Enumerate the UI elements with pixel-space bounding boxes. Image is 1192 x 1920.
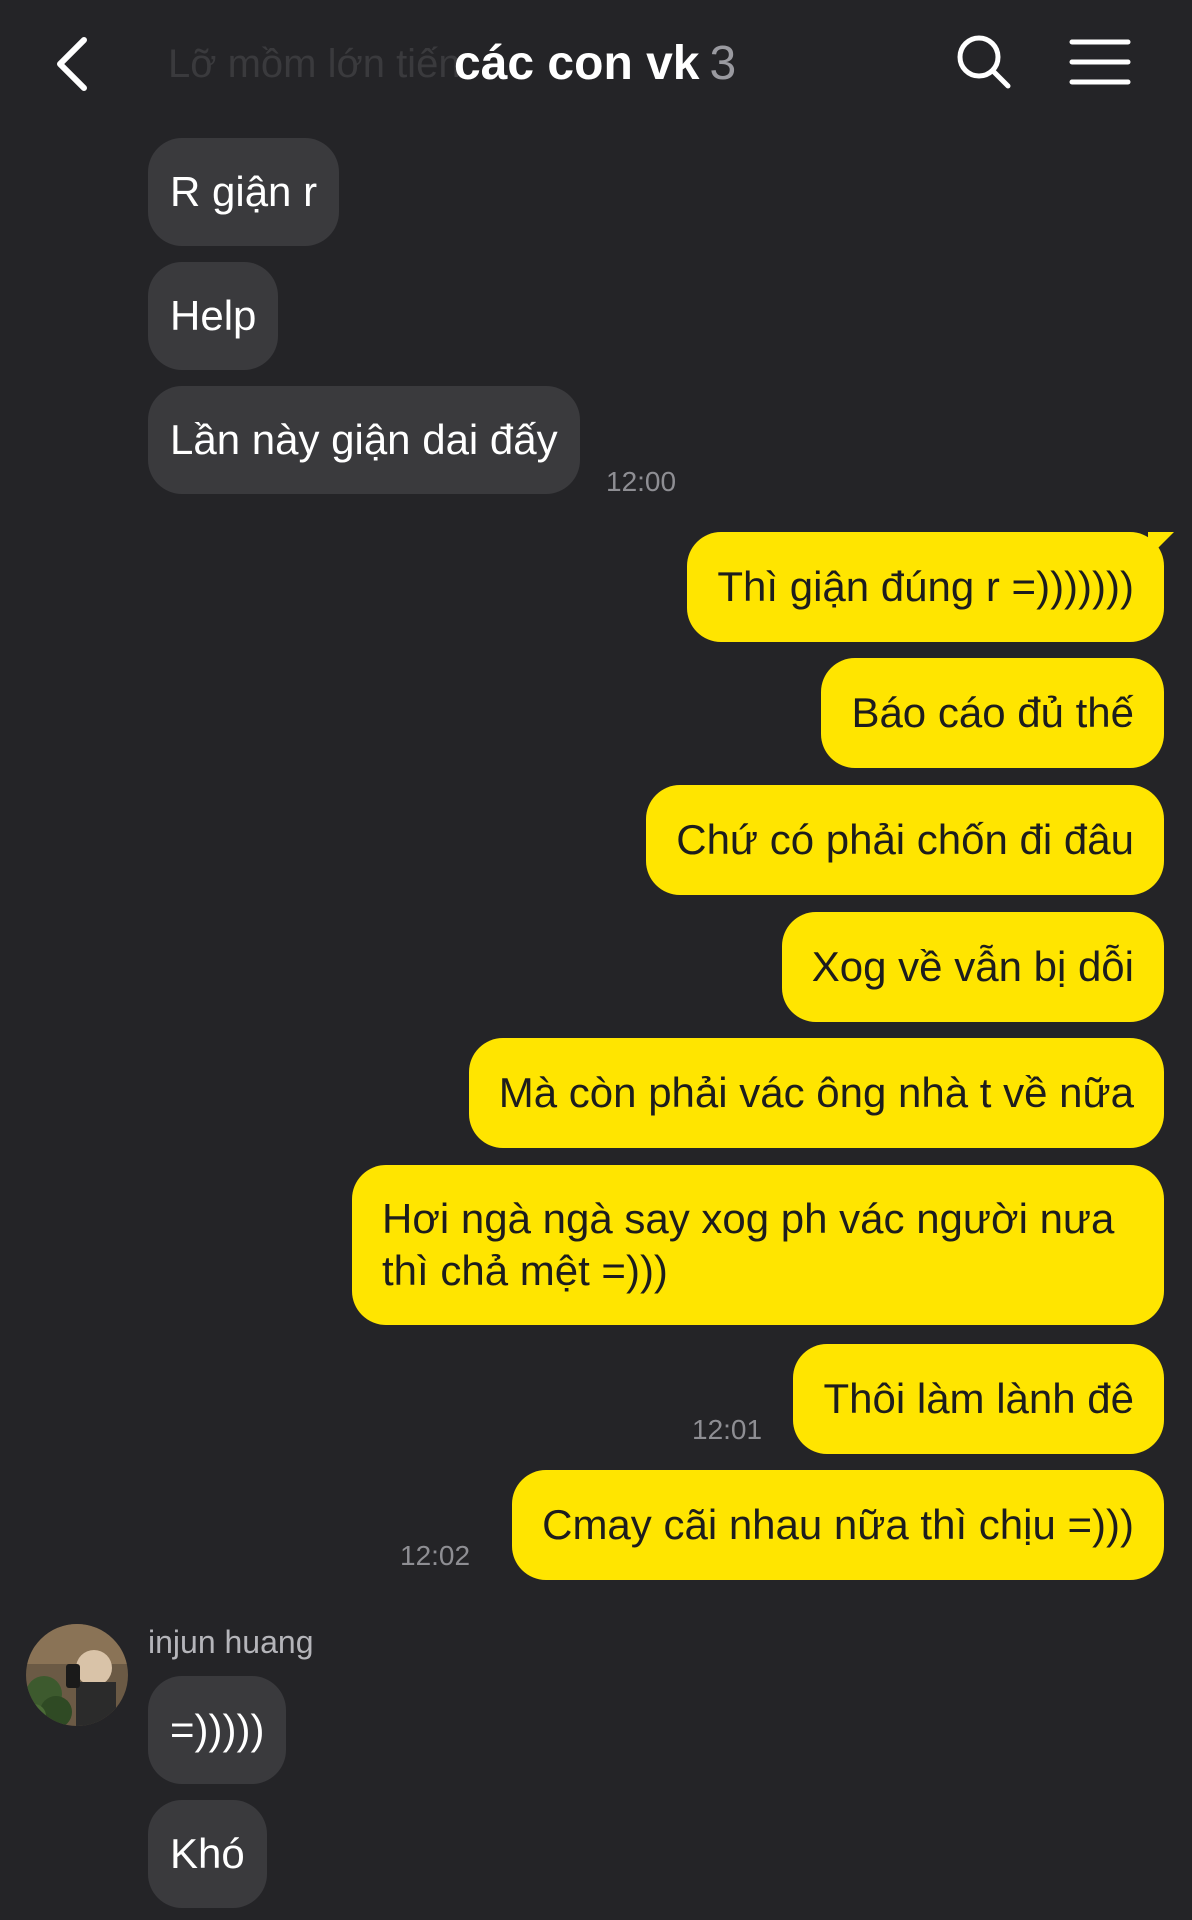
member-count: 3 bbox=[709, 37, 737, 90]
message-text: Xog về vẫn bị dỗi bbox=[811, 943, 1134, 990]
search-icon bbox=[957, 35, 1011, 89]
message-text: =))))) bbox=[170, 1706, 265, 1753]
message-bubble-incoming[interactable]: =))))) bbox=[148, 1676, 287, 1784]
previous-chat-title: Lỡ mồm lớn tiếng bbox=[168, 42, 458, 86]
avatar[interactable] bbox=[26, 1624, 128, 1726]
message-bubble-incoming[interactable]: Help bbox=[148, 262, 279, 370]
message-text: Thì giận đúng r =))))))) bbox=[717, 563, 1134, 610]
message-bubble-outgoing[interactable]: Báo cáo đủ thế bbox=[821, 658, 1164, 768]
message-timestamp: 12:02 bbox=[400, 1540, 471, 1571]
back-button[interactable] bbox=[44, 24, 104, 104]
message-bubble-incoming[interactable]: R giận r bbox=[148, 138, 340, 246]
message-timestamp: 12:00 bbox=[606, 466, 677, 497]
menu-icon bbox=[1069, 39, 1131, 85]
message-bubble-outgoing[interactable]: Xog về vẫn bị dỗi bbox=[781, 912, 1164, 1022]
message-text: Chứ có phải chốn đi đâu bbox=[676, 816, 1134, 863]
message-text: Cmay cãi nhau nữa thì chịu =))) bbox=[542, 1501, 1134, 1548]
chat-header: Lỡ mồm lớn tiếng các con vk 3 bbox=[0, 0, 1192, 130]
message-bubble-outgoing[interactable]: Thì giận đúng r =))))))) bbox=[687, 532, 1164, 642]
message-text: Lần này giận dai đấy bbox=[170, 416, 558, 463]
message-timestamp: 12:01 bbox=[692, 1414, 763, 1445]
menu-button[interactable] bbox=[1068, 34, 1132, 90]
chat-title[interactable]: các con vk 3 bbox=[454, 36, 736, 91]
message-bubble-outgoing[interactable]: Cmay cãi nhau nữa thì chịu =))) bbox=[512, 1470, 1164, 1580]
message-bubble-incoming[interactable]: Lần này giận dai đấy bbox=[148, 386, 580, 494]
message-text: Thôi làm lành đê bbox=[823, 1375, 1134, 1422]
back-arrow-icon bbox=[57, 37, 87, 91]
message-bubble-incoming[interactable]: Khó bbox=[148, 1800, 267, 1908]
message-text: Báo cáo đủ thế bbox=[851, 689, 1134, 736]
chat-title-text: các con vk bbox=[454, 37, 700, 90]
message-text: R giận r bbox=[170, 168, 318, 215]
message-text: Help bbox=[170, 292, 257, 339]
message-bubble-outgoing[interactable]: Hơi ngà ngà say xog ph vác người nưa thì… bbox=[352, 1165, 1164, 1325]
avatar-photo-icon bbox=[26, 1624, 128, 1726]
sender-name: injun huang bbox=[148, 1624, 314, 1660]
message-bubble-outgoing[interactable]: Chứ có phải chốn đi đâu bbox=[646, 785, 1164, 895]
message-bubble-outgoing[interactable]: Mà còn phải vác ông nhà t về nữa bbox=[468, 1038, 1164, 1148]
message-text: Mà còn phải vác ông nhà t về nữa bbox=[498, 1069, 1134, 1116]
search-button[interactable] bbox=[952, 30, 1016, 94]
message-text: Hơi ngà ngà say xog ph vác người nưa thì… bbox=[382, 1195, 1115, 1294]
message-text: Khó bbox=[170, 1830, 245, 1877]
message-bubble-outgoing[interactable]: Thôi làm lành đê bbox=[793, 1344, 1164, 1454]
